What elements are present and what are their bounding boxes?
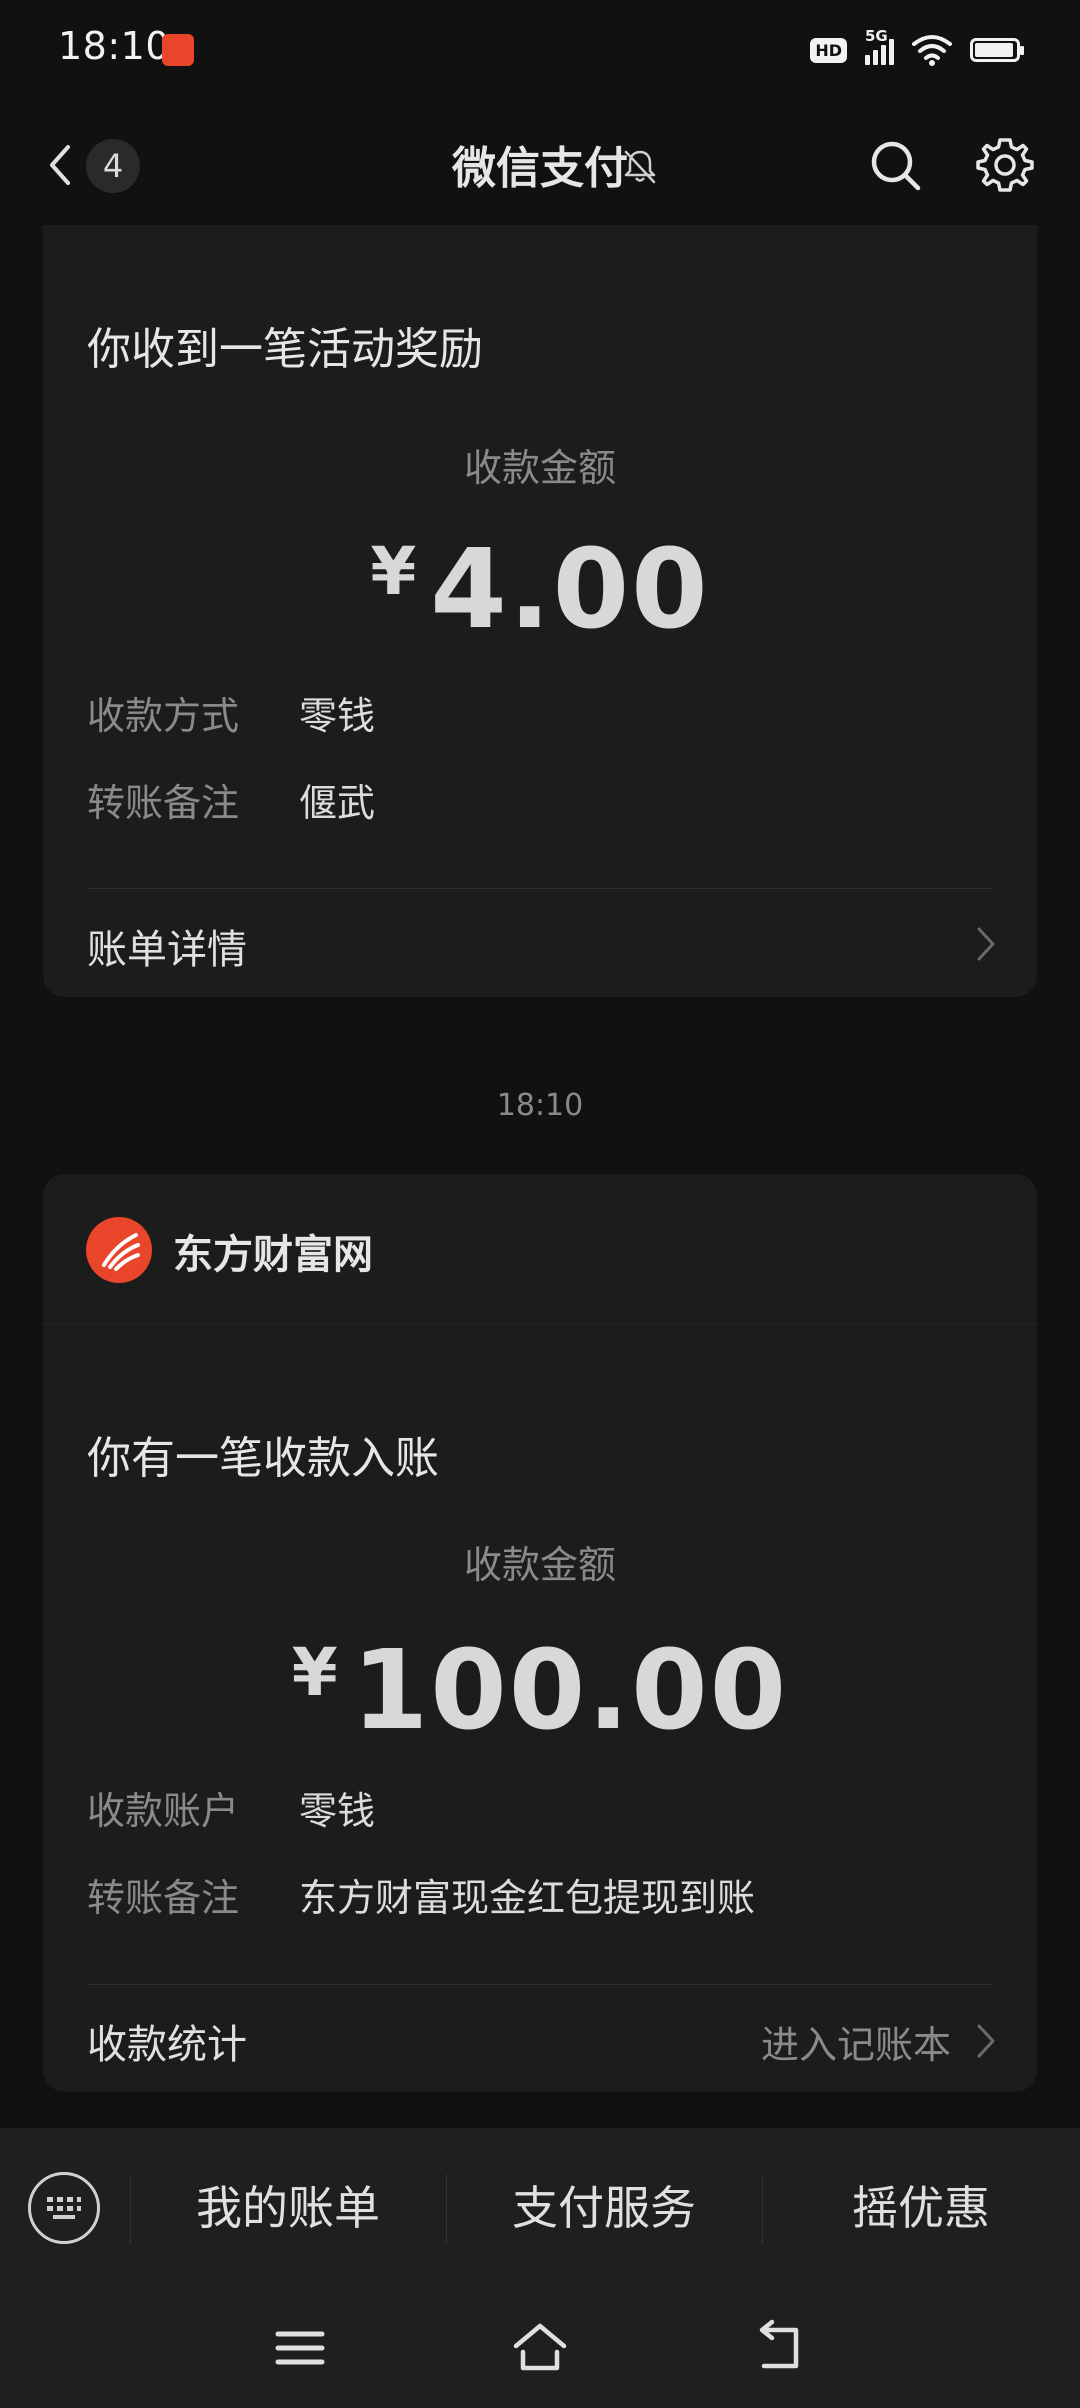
amount-label: 收款金额 (463, 446, 616, 490)
row-value: 零钱 (299, 1789, 376, 1833)
menu-icon[interactable] (270, 2318, 330, 2378)
brand-logo (86, 1217, 152, 1283)
brand-name: 东方财富网 (173, 1232, 373, 1278)
row-key: 收款账户 (87, 1789, 240, 1833)
ledger-link[interactable]: 进入记账本 (761, 2014, 951, 2069)
menu-my-bills[interactable]: 我的账单 (130, 2128, 446, 2288)
signal-icon: 5G (865, 27, 894, 65)
battery-icon (970, 38, 1024, 62)
hd-icon: HD (810, 37, 847, 63)
mute-bell-icon (624, 150, 656, 184)
amount-value: ¥4.00 (43, 525, 1037, 653)
chevron-right-icon (977, 927, 995, 961)
message-timestamp: 18:10 (496, 1088, 584, 1123)
amount-number: 4.00 (430, 525, 710, 653)
amount-value: ¥100.00 (43, 1626, 1037, 1754)
bill-details-link[interactable]: 账单详情 (87, 917, 993, 975)
menu-shake-offers[interactable]: 摇优惠 (762, 2128, 1080, 2288)
network-type: 5G (865, 27, 888, 45)
row-value: 东方财富现金红包提现到账 (299, 1876, 756, 1920)
wifi-icon (912, 35, 952, 66)
card-title: 你收到一笔活动奖励 (87, 324, 483, 375)
bottom-menu: 我的账单 支付服务 摇优惠 (0, 2128, 1080, 2288)
reward-message-card[interactable]: 你收到一笔活动奖励 收款金额 ¥4.00 收款方式 零钱 转账备注 偃武 账单详情 (43, 225, 1037, 997)
currency-symbol: ¥ (291, 1634, 338, 1711)
brand-header[interactable]: 东方财富网 (43, 1174, 1037, 1325)
detail-row: 收款账户 零钱 (87, 1780, 375, 1835)
status-bar: 18:10 HD 5G (0, 0, 1080, 100)
row-value: 偃武 (299, 781, 376, 825)
row-key: 转账备注 (87, 781, 240, 825)
receipt-stats-row[interactable]: 收款统计 进入记账本 (87, 2012, 993, 2070)
back-icon[interactable] (750, 2318, 810, 2378)
header: 4 微信支付 (0, 110, 1080, 220)
row-key: 转账备注 (87, 1876, 240, 1920)
search-icon[interactable] (866, 136, 926, 196)
currency-symbol: ¥ (370, 533, 417, 610)
detail-row: 转账备注 东方财富现金红包提现到账 (87, 1867, 755, 1922)
payment-message-card[interactable]: 东方财富网 你有一笔收款入账 收款金额 ¥100.00 收款账户 零钱 转账备注 东… (43, 1174, 1037, 2092)
footer-label: 收款统计 (87, 2022, 247, 2068)
keyboard-toggle-icon[interactable] (28, 2172, 100, 2244)
app-notification-icon (162, 34, 194, 66)
row-key: 收款方式 (87, 694, 240, 738)
card-title: 你有一笔收款入账 (87, 1433, 439, 1484)
home-icon[interactable] (510, 2318, 570, 2378)
gear-icon[interactable] (974, 134, 1036, 196)
menu-payment-services[interactable]: 支付服务 (446, 2128, 762, 2288)
divider (87, 1984, 993, 1985)
status-indicators: HD 5G (810, 27, 1024, 70)
detail-row: 转账备注 偃武 (87, 772, 375, 827)
row-value: 零钱 (299, 694, 376, 738)
chevron-right-icon (977, 2024, 995, 2058)
divider (87, 888, 993, 889)
status-time: 18:10 (58, 24, 171, 68)
system-nav-bar (0, 2288, 1080, 2408)
amount-number: 100.00 (351, 1626, 789, 1754)
amount-label: 收款金额 (463, 1543, 616, 1587)
detail-row: 收款方式 零钱 (87, 685, 375, 740)
footer-label: 账单详情 (87, 927, 247, 973)
